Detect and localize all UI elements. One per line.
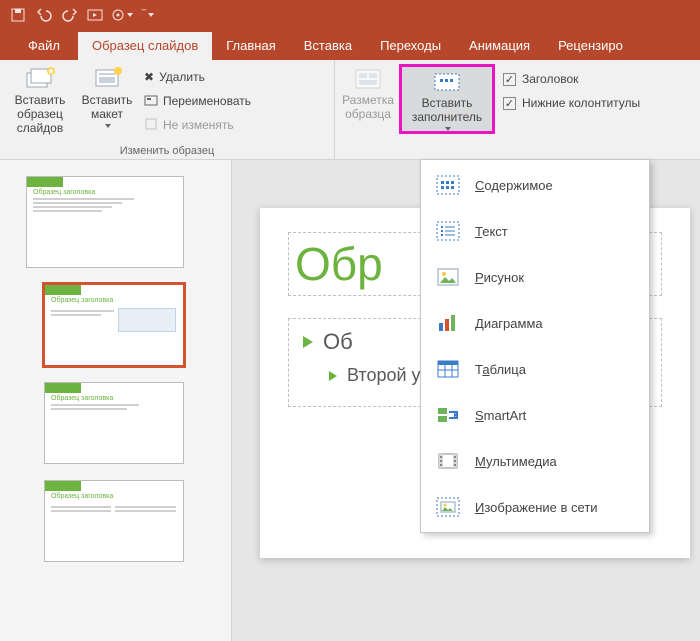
thumbnail-pane[interactable]: Образец заголовка Образец заголовка Обра… bbox=[0, 160, 232, 641]
insert-placeholder-label: Вставить заполнитель bbox=[402, 97, 492, 125]
redo-icon[interactable] bbox=[58, 3, 82, 27]
slideshow-icon[interactable] bbox=[84, 3, 108, 27]
insert-placeholder-button[interactable]: Вставить заполнитель bbox=[399, 64, 495, 134]
master-layout-icon bbox=[352, 66, 384, 92]
dropdown-item-smartart[interactable]: SmartArt bbox=[421, 392, 649, 438]
tab-review[interactable]: Рецензиро bbox=[544, 32, 637, 60]
slide-master-icon bbox=[24, 66, 56, 92]
quick-access-toolbar: ‾ bbox=[0, 0, 700, 30]
tab-insert[interactable]: Вставка bbox=[290, 32, 366, 60]
layout-thumbnail[interactable]: Образец заголовка bbox=[44, 480, 184, 562]
preserve-icon bbox=[144, 117, 158, 134]
tab-file[interactable]: Файл bbox=[10, 32, 78, 60]
master-thumbnail[interactable]: Образец заголовка bbox=[26, 176, 184, 268]
bullet-icon bbox=[329, 371, 337, 381]
picture-icon bbox=[435, 264, 461, 290]
title-checkbox[interactable]: ✓Заголовок bbox=[497, 68, 646, 90]
online-image-icon bbox=[435, 494, 461, 520]
group-label-edit-master: Изменить образец bbox=[4, 143, 330, 157]
bullet-icon bbox=[303, 336, 313, 348]
layout-icon bbox=[91, 66, 123, 92]
insert-layout-button[interactable]: Вставить макет bbox=[78, 64, 136, 128]
layout-thumbnail[interactable]: Образец заголовка bbox=[44, 382, 184, 464]
placeholder-dropdown: Содержимое Текст Рисунок Диаграмма Табли… bbox=[420, 159, 650, 533]
tab-slide-master[interactable]: Образец слайдов bbox=[78, 32, 212, 60]
text-icon bbox=[435, 218, 461, 244]
dropdown-item-picture[interactable]: Рисунок bbox=[421, 254, 649, 300]
rename-button[interactable]: Переименовать bbox=[138, 90, 257, 112]
dropdown-item-chart[interactable]: Диаграмма bbox=[421, 300, 649, 346]
footers-checkbox[interactable]: ✓Нижние колонтитулы bbox=[497, 92, 646, 114]
dropdown-item-online-image[interactable]: Изображение в сети bbox=[421, 484, 649, 530]
checkbox-checked-icon: ✓ bbox=[503, 97, 516, 110]
checkbox-checked-icon: ✓ bbox=[503, 73, 516, 86]
insert-layout-label: Вставить макет bbox=[78, 94, 136, 122]
chart-icon bbox=[435, 310, 461, 336]
placeholder-icon bbox=[431, 69, 463, 95]
touch-mode-icon[interactable] bbox=[110, 3, 134, 27]
dropdown-item-table[interactable]: Таблица bbox=[421, 346, 649, 392]
tab-home[interactable]: Главная bbox=[212, 32, 289, 60]
media-icon bbox=[435, 448, 461, 474]
delete-icon: ✖ bbox=[144, 70, 154, 84]
customize-qat-icon[interactable]: ‾ bbox=[136, 3, 160, 27]
tab-animations[interactable]: Анимация bbox=[455, 32, 544, 60]
delete-button[interactable]: ✖Удалить bbox=[138, 66, 257, 88]
rename-icon bbox=[144, 93, 158, 110]
dropdown-item-text[interactable]: Текст bbox=[421, 208, 649, 254]
insert-slide-master-label: Вставить образец слайдов bbox=[4, 94, 76, 135]
table-icon bbox=[435, 356, 461, 382]
content-icon bbox=[435, 172, 461, 198]
dropdown-item-content[interactable]: Содержимое bbox=[421, 162, 649, 208]
master-layout-label: Разметка образца bbox=[339, 94, 397, 122]
dropdown-item-media[interactable]: Мультимедиа bbox=[421, 438, 649, 484]
master-layout-button[interactable]: Разметка образца bbox=[339, 64, 397, 122]
layout-thumbnail[interactable]: Образец заголовка bbox=[44, 284, 184, 366]
save-icon[interactable] bbox=[6, 3, 30, 27]
ribbon-tabs: Файл Образец слайдов Главная Вставка Пер… bbox=[0, 30, 700, 60]
smartart-icon bbox=[435, 402, 461, 428]
preserve-button[interactable]: Не изменять bbox=[138, 114, 257, 136]
insert-slide-master-button[interactable]: Вставить образец слайдов bbox=[4, 64, 76, 135]
undo-icon[interactable] bbox=[32, 3, 56, 27]
ribbon: Вставить образец слайдов Вставить макет … bbox=[0, 60, 700, 160]
tab-transitions[interactable]: Переходы bbox=[366, 32, 455, 60]
